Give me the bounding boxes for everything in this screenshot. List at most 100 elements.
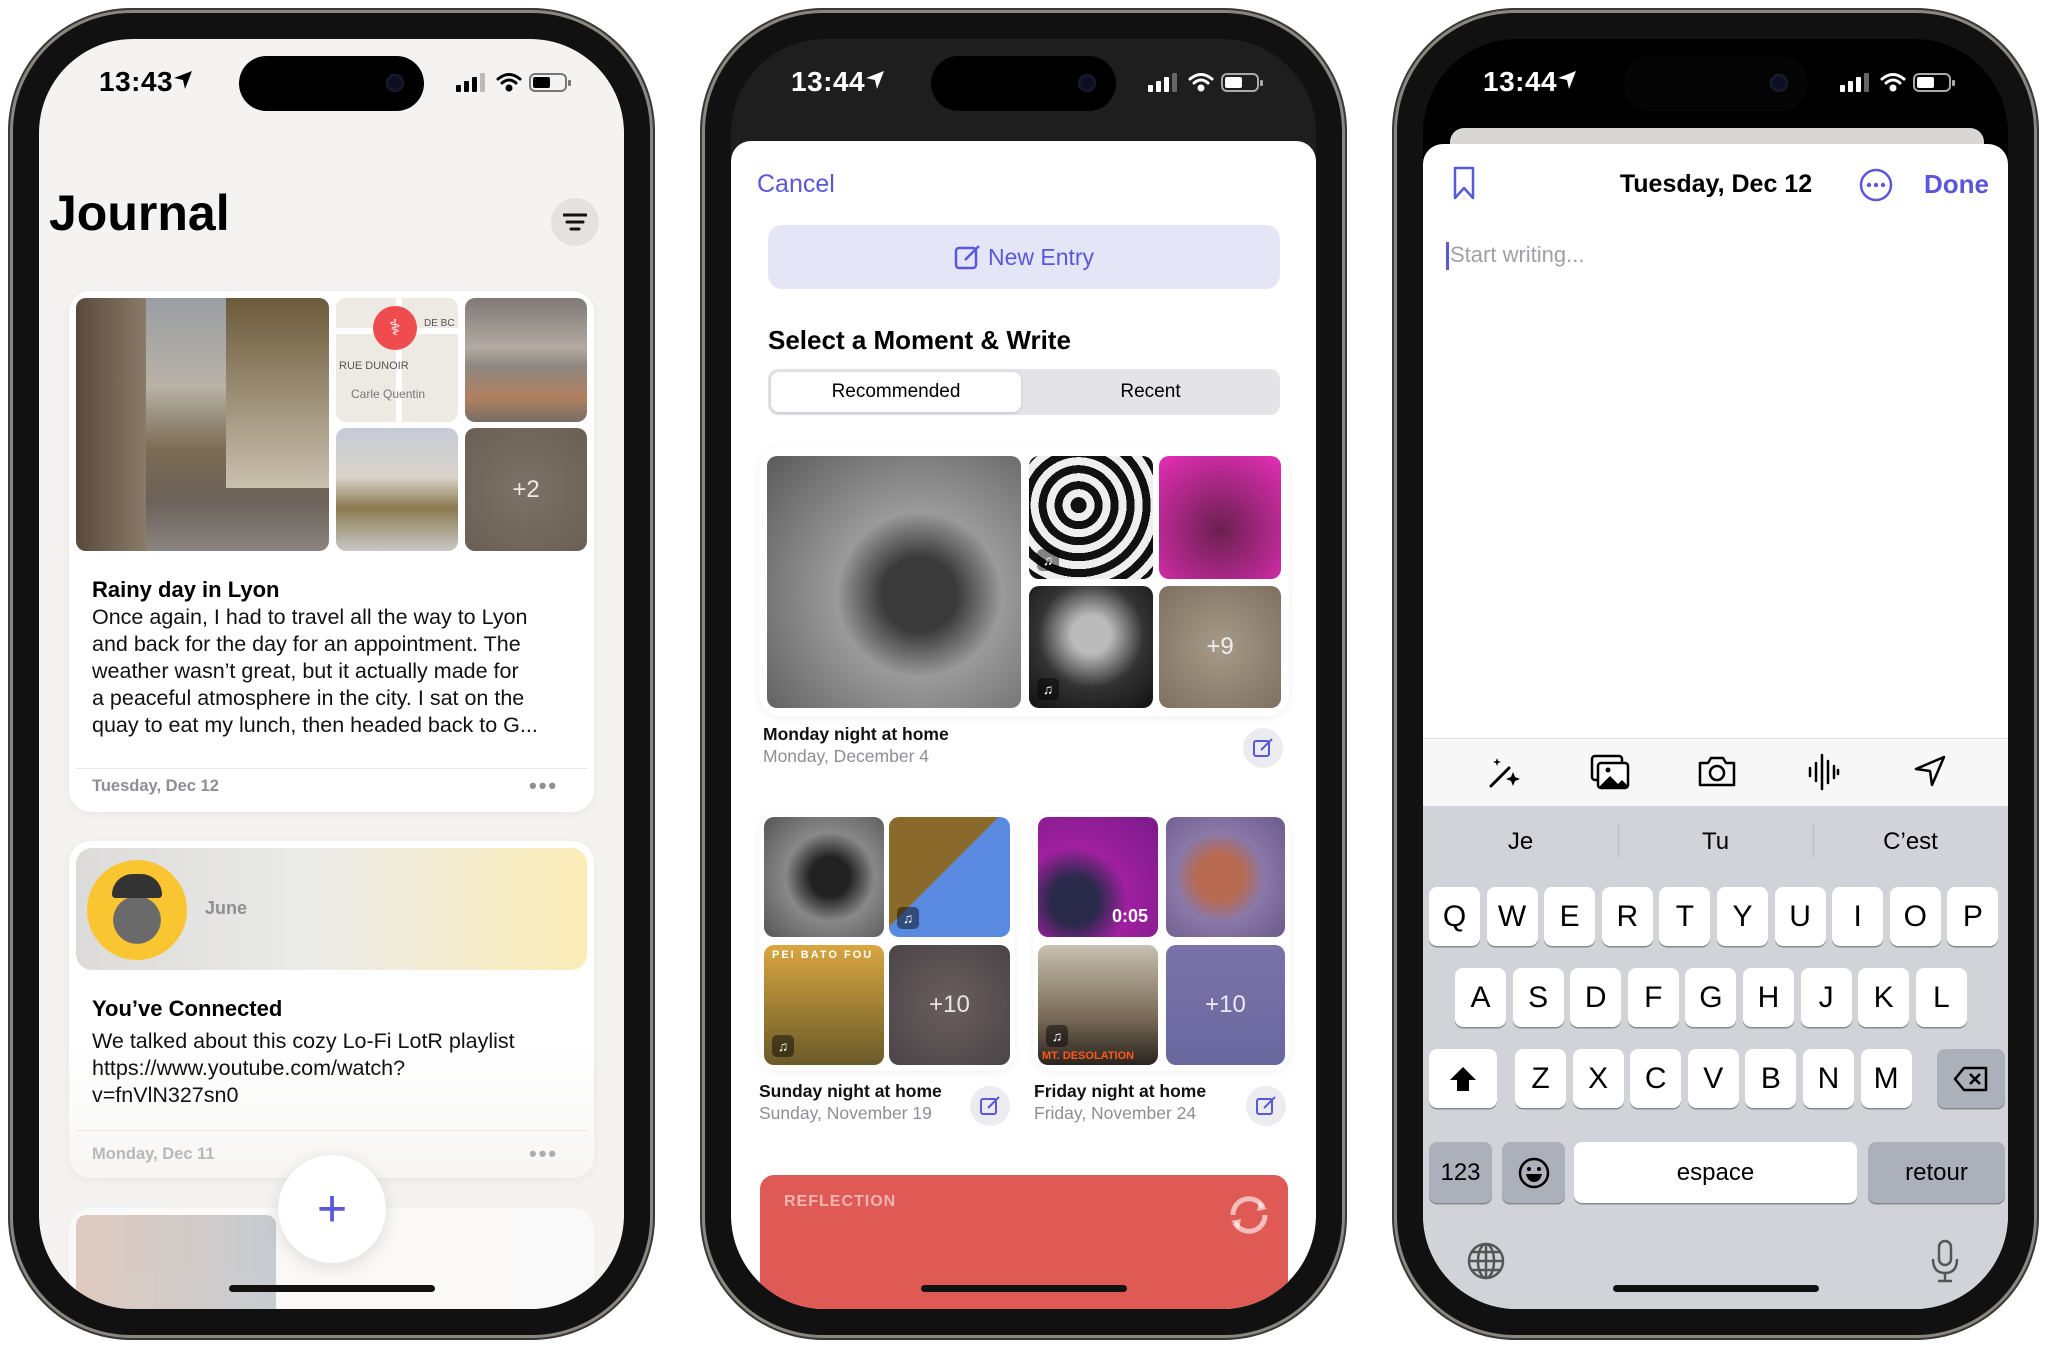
moment-card[interactable]: 0:05 MT. DESOLATION ♫ +10 bbox=[1033, 812, 1290, 1071]
space-key[interactable]: espace bbox=[1574, 1142, 1857, 1203]
camera-icon[interactable] bbox=[1697, 754, 1737, 788]
moment-card[interactable]: ♫ PEI BATO FOU ♫ +10 bbox=[759, 812, 1015, 1071]
entry-date-title: Tuesday, Dec 12 bbox=[1619, 170, 1813, 198]
key-d[interactable]: D bbox=[1570, 968, 1622, 1027]
key-r[interactable]: R bbox=[1601, 887, 1653, 946]
dynamic-island bbox=[1623, 56, 1808, 111]
status-icons bbox=[456, 73, 571, 92]
suggestion[interactable]: Je bbox=[1423, 828, 1618, 856]
entry-text-input[interactable]: Start writing... bbox=[1450, 242, 1584, 268]
photo-cat-bw bbox=[767, 456, 1021, 708]
entry-body: Once again, I had to travel all the way … bbox=[92, 605, 538, 737]
microphone-icon[interactable] bbox=[1929, 1239, 1961, 1283]
key-e[interactable]: E bbox=[1544, 887, 1596, 946]
entry-title: You’ve Connected bbox=[92, 996, 283, 1021]
map-label: DE BC bbox=[424, 318, 455, 329]
segment-recommended[interactable]: Recommended bbox=[771, 372, 1021, 412]
more-photos[interactable]: +2 bbox=[465, 428, 587, 551]
reflection-label: REFLECTION bbox=[784, 1193, 897, 1210]
audio-waveform-icon[interactable] bbox=[1808, 752, 1840, 792]
suggestion[interactable]: Tu bbox=[1618, 828, 1813, 856]
more-photos[interactable]: +10 bbox=[889, 945, 1010, 1065]
key-o[interactable]: O bbox=[1889, 887, 1941, 946]
album-title: MT. DESOLATION bbox=[1042, 1050, 1135, 1062]
key-y[interactable]: Y bbox=[1717, 887, 1768, 946]
write-about-moment-button[interactable] bbox=[1243, 728, 1283, 768]
key-a[interactable]: A bbox=[1455, 968, 1506, 1027]
map-thumbnail: ⚕ DE BC RUE DUNOIR Carle Quentin bbox=[336, 298, 458, 422]
more-options-icon[interactable] bbox=[1859, 168, 1893, 202]
editor-screen: 13:44 Tuesday, Dec 12 Done Start writing… bbox=[1423, 39, 2008, 1309]
album-title: PEI BATO FOU bbox=[772, 949, 874, 961]
key-q[interactable]: Q bbox=[1429, 887, 1480, 946]
key-s[interactable]: S bbox=[1512, 968, 1564, 1027]
write-about-moment-button[interactable] bbox=[1246, 1086, 1286, 1126]
delete-key[interactable] bbox=[1937, 1049, 2005, 1108]
photo-cat-purple bbox=[1166, 817, 1285, 937]
compose-icon bbox=[980, 1096, 1000, 1115]
magic-wand-icon[interactable] bbox=[1487, 756, 1521, 790]
key-n[interactable]: N bbox=[1803, 1049, 1854, 1108]
album-art: PEI BATO FOU ♫ bbox=[764, 945, 884, 1065]
more-photos[interactable]: +10 bbox=[1166, 945, 1285, 1065]
key-p[interactable]: P bbox=[1947, 887, 1999, 946]
journal-entry-card[interactable]: June You’ve Connected We talked about th… bbox=[69, 841, 594, 1178]
moment-date: Sunday, November 19 bbox=[759, 1103, 932, 1123]
moment-title: Friday night at home bbox=[1034, 1081, 1207, 1101]
signal-icon bbox=[1148, 73, 1177, 92]
suggestion[interactable]: C’est bbox=[1813, 828, 2008, 856]
photo-cat-bw bbox=[764, 817, 884, 937]
key-b[interactable]: B bbox=[1745, 1049, 1797, 1108]
done-button[interactable]: Done bbox=[1924, 169, 1989, 200]
filter-button[interactable] bbox=[551, 198, 599, 246]
key-j[interactable]: J bbox=[1800, 968, 1852, 1027]
location-icon[interactable] bbox=[1913, 754, 1947, 788]
page-title: Journal bbox=[49, 185, 230, 241]
key-h[interactable]: H bbox=[1743, 968, 1794, 1027]
key-k[interactable]: K bbox=[1858, 968, 1910, 1027]
wifi-icon bbox=[496, 73, 522, 92]
key-t[interactable]: T bbox=[1659, 887, 1711, 946]
album-art: MT. DESOLATION ♫ bbox=[1038, 945, 1158, 1065]
journal-entry-card[interactable]: ⚕ DE BC RUE DUNOIR Carle Quentin +2 Rain… bbox=[69, 291, 594, 812]
key-x[interactable]: X bbox=[1572, 1049, 1624, 1108]
key-i[interactable]: I bbox=[1832, 887, 1884, 946]
key-c[interactable]: C bbox=[1630, 1049, 1682, 1108]
photo-river bbox=[336, 428, 458, 551]
status-icons bbox=[1148, 73, 1263, 92]
new-entry-button[interactable]: New Entry bbox=[768, 225, 1280, 289]
entry-body: We talked about this cozy Lo-Fi LotR pla… bbox=[92, 1029, 515, 1107]
music-note-icon: ♫ bbox=[1037, 549, 1059, 571]
key-m[interactable]: M bbox=[1860, 1049, 1912, 1108]
add-entry-button[interactable]: + bbox=[278, 1155, 386, 1263]
key-g[interactable]: G bbox=[1685, 968, 1737, 1027]
key-l[interactable]: L bbox=[1915, 968, 1967, 1027]
refresh-icon[interactable] bbox=[1225, 1191, 1273, 1239]
battery-icon bbox=[1913, 73, 1955, 92]
key-u[interactable]: U bbox=[1774, 887, 1826, 946]
shift-key[interactable] bbox=[1429, 1049, 1497, 1108]
emoji-key[interactable] bbox=[1502, 1142, 1565, 1203]
bookmark-icon[interactable] bbox=[1453, 166, 1475, 200]
key-f[interactable]: F bbox=[1627, 968, 1679, 1027]
home-indicator bbox=[921, 1285, 1127, 1292]
dynamic-island bbox=[239, 56, 424, 111]
home-indicator bbox=[229, 1285, 435, 1292]
key-v[interactable]: V bbox=[1687, 1049, 1739, 1108]
segment-recent[interactable]: Recent bbox=[1024, 372, 1277, 412]
more-options-button[interactable]: ••• bbox=[529, 1141, 558, 1167]
photos-icon[interactable] bbox=[1590, 754, 1630, 790]
key-w[interactable]: W bbox=[1486, 887, 1538, 946]
key-z[interactable]: Z bbox=[1515, 1049, 1566, 1108]
moment-card[interactable]: ♫ ♫ +9 bbox=[759, 447, 1289, 716]
phone-editor: 13:44 Tuesday, Dec 12 Done Start writing… bbox=[1397, 13, 2034, 1335]
more-photos[interactable]: +9 bbox=[1159, 586, 1281, 708]
more-options-button[interactable]: ••• bbox=[529, 773, 558, 799]
cancel-button[interactable]: Cancel bbox=[757, 170, 835, 199]
return-key[interactable]: retour bbox=[1868, 1142, 2005, 1203]
write-about-moment-button[interactable] bbox=[970, 1086, 1010, 1126]
globe-icon[interactable] bbox=[1466, 1241, 1506, 1281]
music-note-icon: ♫ bbox=[1037, 678, 1059, 700]
map-label: RUE DUNOIR bbox=[339, 360, 409, 372]
numbers-key[interactable]: 123 bbox=[1429, 1142, 1492, 1203]
